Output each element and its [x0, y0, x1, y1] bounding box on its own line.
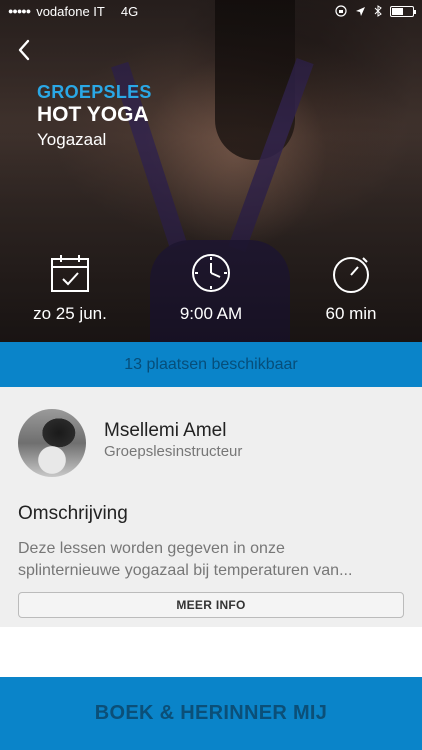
- book-remind-button[interactable]: BOEK & HERINNER MIJ: [0, 677, 422, 750]
- stat-duration-label: 60 min: [325, 304, 377, 323]
- description-text: Deze lessen worden gegeven in onze splin…: [18, 538, 408, 582]
- back-button[interactable]: [10, 36, 38, 64]
- clock-icon: [192, 254, 230, 292]
- more-info-button[interactable]: MEER INFO: [18, 592, 404, 618]
- book-remind-label: BOEK & HERINNER MIJ: [94, 702, 328, 724]
- instructor-role: Groepslesinstructeur: [104, 443, 243, 460]
- availability-label: 13 plaatsen beschikbaar: [124, 355, 298, 373]
- network-label: 4G: [120, 3, 139, 19]
- instructor-name[interactable]: Msellemi Amel: [104, 420, 226, 442]
- description-line-1: Deze lessen worden gegeven in onze: [18, 540, 285, 557]
- description-title: Omschrijving: [18, 503, 128, 524]
- class-details: Msellemi Amel Groepslesinstructeur Omsch…: [0, 387, 422, 627]
- battery-icon: [390, 5, 416, 17]
- stat-date: zo 25 jun.: [10, 252, 130, 324]
- stat-date-label: zo 25 jun.: [33, 304, 107, 323]
- hero-image: ●●●●● vodafone IT 4G GROEPSLES HOT YOGA …: [0, 0, 422, 342]
- stat-duration: 60 min: [291, 252, 411, 324]
- bluetooth-icon: [374, 5, 382, 17]
- lock-rotation-icon: [335, 5, 347, 17]
- status-bar: ●●●●● vodafone IT 4G: [0, 0, 422, 22]
- class-title: HOT YOGA: [37, 103, 149, 126]
- chevron-left-icon: [18, 39, 30, 61]
- carrier-label: vodafone IT: [36, 3, 105, 19]
- description-line-2: splinternieuwe yogazaal bij temperaturen…: [18, 562, 353, 579]
- signal-icon: ●●●●●: [8, 6, 31, 16]
- stat-time: 9:00 AM: [151, 252, 271, 324]
- class-stats: zo 25 jun. 9:00 AM 60 min: [0, 252, 422, 332]
- availability-bar: 13 plaatsen beschikbaar: [0, 342, 422, 387]
- stat-time-label: 9:00 AM: [179, 304, 243, 323]
- class-room: Yogazaal: [37, 130, 107, 149]
- class-type-label: GROEPSLES: [37, 82, 152, 102]
- instructor-avatar[interactable]: [18, 409, 86, 477]
- location-icon: [356, 6, 365, 16]
- stopwatch-icon: [333, 257, 369, 293]
- calendar-icon: [51, 255, 89, 292]
